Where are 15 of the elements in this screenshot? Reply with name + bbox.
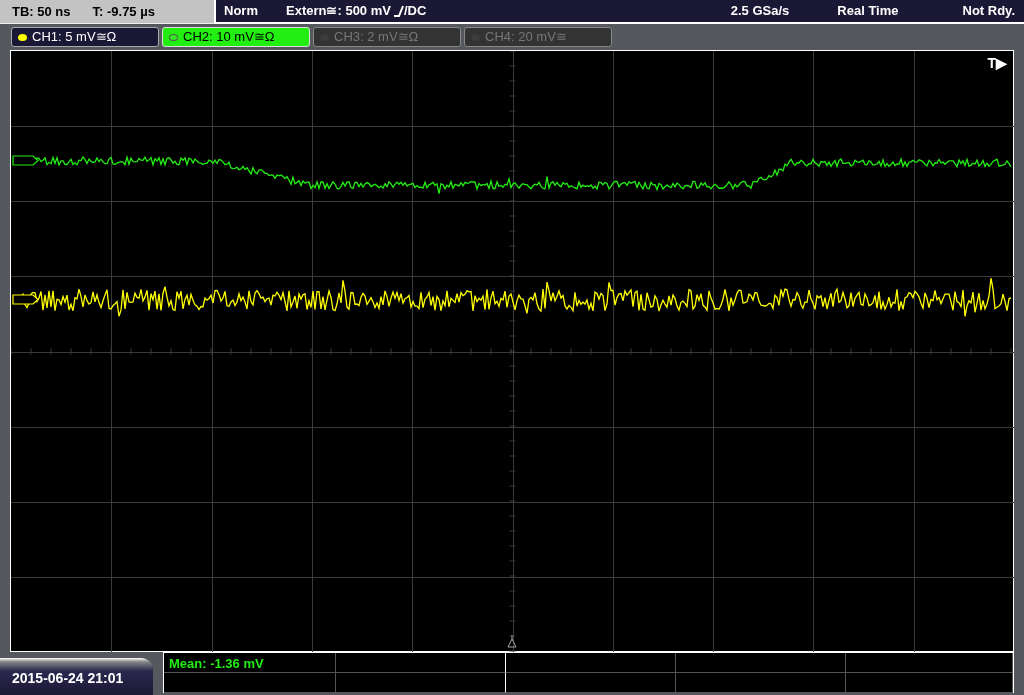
trigger-marker-icon [507, 634, 517, 648]
date-time-label: 2015-06-24 21:01 [0, 658, 153, 695]
channel-tab[interactable]: CH2: 10 mV≅Ω [162, 27, 310, 47]
sample-rate-label: 2.5 GSa/s [730, 2, 790, 21]
channel-tab[interactable]: CH1: 5 mV≅Ω [11, 27, 159, 47]
table-cell: Mean: -1.36 mV [164, 653, 336, 673]
timebase-label: TB: 50 ns [12, 2, 71, 21]
trigger-position-label: T▶ [987, 54, 1007, 73]
acquisition-mode-label: Real Time [837, 2, 899, 21]
trigger-time-label: T: -9.75 µs [92, 2, 155, 21]
acquisition-state-label: Not Rdy. [962, 2, 1015, 21]
rising-edge-icon [393, 5, 404, 17]
trigger-mode-label: Norm [224, 2, 259, 21]
trigger-source-label: Extern≅: 500 mV [286, 2, 391, 21]
coupling-label: /DC [403, 2, 427, 21]
